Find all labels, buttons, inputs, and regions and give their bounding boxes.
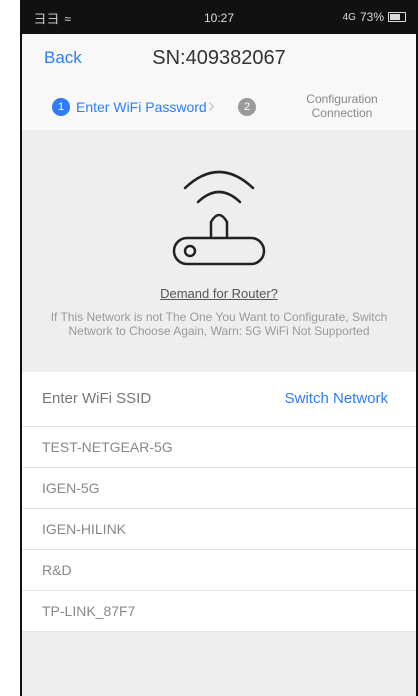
network-name: TEST-NETGEAR-5G <box>42 439 173 455</box>
step-2-number: 2 <box>238 98 256 116</box>
router-section: Demand for Router? If This Network is no… <box>22 130 416 372</box>
switch-network-button[interactable]: Switch Network <box>285 390 388 407</box>
step-2-label: Configuration Connection <box>306 92 378 120</box>
status-right: 4G 73% <box>343 10 406 24</box>
network-name: TP-LINK_87F7 <box>42 603 136 619</box>
battery-percent: 73% <box>359 10 384 24</box>
network-badge: 4G <box>342 11 356 23</box>
network-name: R&D <box>42 562 72 578</box>
list-item[interactable]: IGEN-HILINK <box>22 509 416 550</box>
step-1-number: 1 <box>52 98 70 116</box>
demand-for-router-link[interactable]: Demand for Router? <box>22 286 416 301</box>
step-indicator: 1 Enter WiFi Password › 2 Configuration … <box>22 84 416 131</box>
ssid-input[interactable]: Enter WiFi SSID <box>42 390 151 407</box>
list-item[interactable]: TP-LINK_87F7 <box>22 591 416 632</box>
list-item[interactable]: R&D <box>22 550 416 591</box>
navigation-bar: Back SN:409382067 <box>22 34 416 85</box>
step-1-label: Enter WiFi Password <box>76 99 207 115</box>
battery-icon <box>388 12 406 22</box>
status-bar: 彐彐 ≈ 10:27 4G 73% <box>22 0 416 34</box>
list-item[interactable]: TEST-NETGEAR-5G <box>22 427 416 468</box>
page-title: SN:409382067 <box>152 47 286 69</box>
chevron-right-icon: › <box>208 95 215 117</box>
router-icon <box>172 170 266 266</box>
wifi-list: Enter WiFi SSID Switch Network TEST-NETG… <box>22 372 416 632</box>
network-name: IGEN-5G <box>42 480 100 496</box>
signal-icon: 彐彐 ≈ <box>34 12 72 26</box>
network-warning-text: If This Network is not The One You Want … <box>50 310 388 338</box>
status-time: 10:27 <box>204 11 235 25</box>
list-item[interactable]: IGEN-5G <box>22 468 416 509</box>
ssid-input-row[interactable]: Enter WiFi SSID Switch Network <box>22 372 416 427</box>
app-screen: 彐彐 ≈ 10:27 4G 73% Back SN:409382067 1 En… <box>22 0 416 696</box>
network-name: IGEN-HILINK <box>42 521 127 537</box>
